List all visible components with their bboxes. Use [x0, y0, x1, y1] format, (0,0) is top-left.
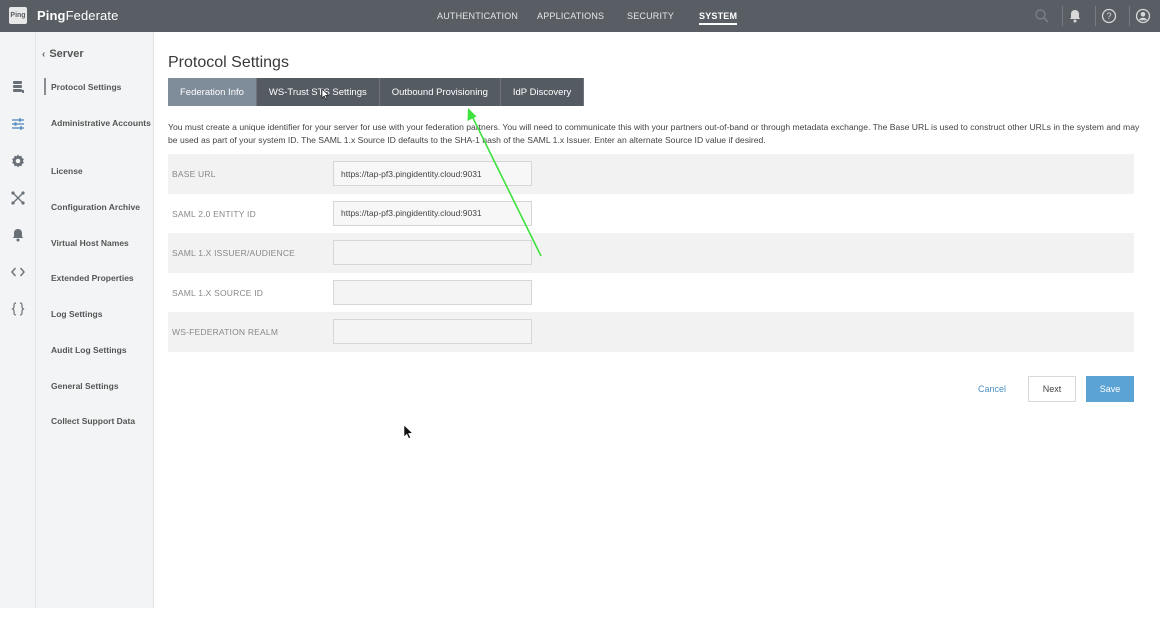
tab-ws-trust-sts-settings[interactable]: WS-Trust STS Settings: [256, 78, 380, 106]
saml2-entity-id-input[interactable]: [333, 200, 532, 226]
sidebar-item-log-settings[interactable]: Log Settings: [51, 308, 151, 320]
bell-icon[interactable]: [10, 227, 26, 243]
sidebar-item-general-settings[interactable]: General Settings: [51, 380, 151, 392]
nav-applications[interactable]: APPLICATIONS: [537, 11, 604, 21]
tab-bar: Federation Info WS-Trust STS Settings Ou…: [168, 78, 585, 106]
database-icon[interactable]: [10, 79, 26, 95]
top-bar: Ping PingFederate AUTHENTICATION APPLICA…: [0, 0, 1160, 32]
ws-federation-realm-input[interactable]: [333, 319, 532, 344]
sidebar-item-administrative-accounts[interactable]: Administrative Accounts: [51, 117, 151, 129]
ws-federation-realm-label: WS-FEDERATION REALM: [172, 327, 279, 337]
top-divider: [1062, 6, 1063, 26]
search-icon[interactable]: [1034, 8, 1050, 24]
sidebar-item-audit-log-settings[interactable]: Audit Log Settings: [51, 344, 151, 356]
app-window: Ping PingFederate AUTHENTICATION APPLICA…: [0, 0, 1160, 618]
network-icon[interactable]: [10, 190, 26, 206]
user-icon[interactable]: [1135, 8, 1151, 24]
top-divider: [1129, 6, 1130, 26]
gear-icon[interactable]: [10, 153, 26, 169]
form-row: SAML 2.0 ENTITY ID: [168, 194, 1134, 234]
cancel-button[interactable]: Cancel: [978, 384, 1006, 394]
sidebar-item-extended-properties[interactable]: Extended Properties: [51, 272, 151, 284]
sidebar-item-virtual-host-names[interactable]: Virtual Host Names: [51, 237, 151, 249]
sidebar: ‹ Server Protocol Settings Administrativ…: [36, 32, 154, 608]
base-url-input[interactable]: [333, 161, 532, 186]
help-icon[interactable]: ?: [1101, 8, 1117, 24]
tab-federation-info[interactable]: Federation Info: [168, 78, 257, 106]
tab-idp-discovery[interactable]: IdP Discovery: [500, 78, 585, 106]
braces-icon[interactable]: [10, 301, 26, 317]
page-title: Protocol Settings: [168, 54, 289, 71]
form-actions: Cancel Next Save: [978, 376, 1134, 402]
sidebar-back-label: Server: [49, 48, 84, 60]
nav-security[interactable]: SECURITY: [627, 11, 674, 21]
bell-icon[interactable]: [1067, 8, 1083, 24]
main-content: Protocol Settings Federation Info WS-Tru…: [155, 32, 1160, 608]
sidebar-item-collect-support-data[interactable]: Collect Support Data: [51, 415, 151, 427]
sidebar-item-configuration-archive[interactable]: Configuration Archive: [51, 201, 151, 213]
saml2-entity-id-label: SAML 2.0 ENTITY ID: [172, 208, 256, 219]
nav-authentication[interactable]: AUTHENTICATION: [437, 11, 518, 21]
next-button[interactable]: Next: [1028, 376, 1076, 402]
saml1-source-id-input[interactable]: [333, 279, 532, 305]
code-icon[interactable]: [10, 264, 26, 280]
form-row: WS-FEDERATION REALM: [168, 312, 1134, 352]
saml1-source-id-label: SAML 1.X SOURCE ID: [172, 287, 264, 298]
saml1-issuer-audience-label: SAML 1.X ISSUER/AUDIENCE: [172, 248, 296, 258]
sidebar-item-protocol-settings[interactable]: Protocol Settings: [44, 78, 151, 95]
tab-outbound-provisioning[interactable]: Outbound Provisioning: [379, 78, 501, 106]
saml1-issuer-audience-input[interactable]: [333, 240, 532, 265]
sidebar-back-server[interactable]: ‹ Server: [42, 48, 84, 60]
top-nav: AUTHENTICATION APPLICATIONS SECURITY SYS…: [0, 0, 1160, 32]
top-divider: [1095, 6, 1096, 26]
base-url-label: BASE URL: [172, 169, 216, 179]
icon-rail: [0, 32, 36, 608]
sidebar-item-license[interactable]: License: [51, 165, 151, 177]
form-row: SAML 1.X SOURCE ID: [168, 273, 1134, 313]
form-row: BASE URL: [168, 154, 1134, 194]
svg-text:?: ?: [1106, 11, 1111, 21]
sliders-icon[interactable]: [10, 116, 26, 132]
federation-info-form: BASE URL SAML 2.0 ENTITY ID SAML 1.X ISS…: [168, 154, 1134, 352]
description-text: You must create a unique identifier for …: [168, 122, 1140, 145]
chevron-left-icon: ‹: [42, 48, 46, 60]
nav-system[interactable]: SYSTEM: [699, 11, 738, 25]
form-row: SAML 1.X ISSUER/AUDIENCE: [168, 233, 1134, 273]
save-button[interactable]: Save: [1086, 376, 1134, 402]
